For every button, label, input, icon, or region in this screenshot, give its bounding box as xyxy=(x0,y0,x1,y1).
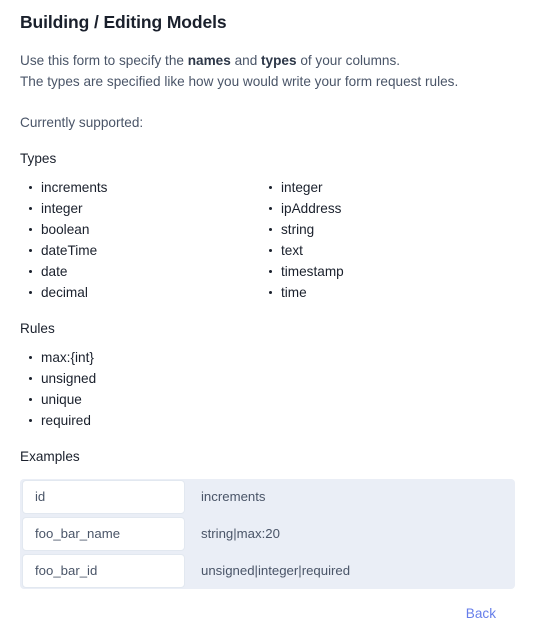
list-item: date xyxy=(20,261,260,282)
list-item: timestamp xyxy=(260,261,500,282)
list-item: unsigned xyxy=(20,368,513,389)
currently-supported-label: Currently supported: xyxy=(20,114,144,130)
list-item: ipAddress xyxy=(260,198,500,219)
types-list-left: increments integer boolean dateTime date… xyxy=(20,177,260,303)
list-item: time xyxy=(260,282,500,303)
example-column-name-field: id xyxy=(22,479,185,514)
list-item: dateTime xyxy=(20,240,260,261)
rules-list-wrapper: max:{int} unsigned unique required xyxy=(20,347,513,431)
types-column-1: increments integer boolean dateTime date… xyxy=(20,177,260,303)
footer: Back xyxy=(20,605,513,623)
examples-panel: id increments foo_bar_name string|max:20… xyxy=(20,478,515,589)
examples-heading: Examples xyxy=(20,448,80,464)
list-item: integer xyxy=(260,177,500,198)
types-column-2: integer ipAddress string text timestamp … xyxy=(260,177,500,303)
intro-line2: The types are specified like how you wou… xyxy=(20,73,459,89)
intro-strong-types: types xyxy=(261,52,297,68)
intro-strong-names: names xyxy=(187,52,231,68)
list-item: integer xyxy=(20,198,260,219)
types-heading: Types xyxy=(20,150,57,166)
example-column-type-value: unsigned|integer|required xyxy=(201,563,351,579)
table-row: id increments xyxy=(20,479,515,515)
intro-line1-part3: of your columns. xyxy=(296,52,401,68)
types-list-right: integer ipAddress string text timestamp … xyxy=(260,177,500,303)
models-help-page: Building / Editing Models Use this form … xyxy=(0,0,533,633)
example-column-name-field: foo_bar_id xyxy=(22,553,185,588)
list-item: text xyxy=(260,240,500,261)
list-item: string xyxy=(260,219,500,240)
example-column-type-value: string|max:20 xyxy=(201,526,280,542)
intro-line1-part1: Use this form to specify the xyxy=(20,52,188,68)
rules-list: max:{int} unsigned unique required xyxy=(20,347,513,431)
table-row: foo_bar_id unsigned|integer|required xyxy=(20,553,515,589)
rules-heading: Rules xyxy=(20,320,55,336)
list-item: boolean xyxy=(20,219,260,240)
list-item: required xyxy=(20,410,513,431)
intro-line1-part2: and xyxy=(230,52,262,68)
back-link[interactable]: Back xyxy=(466,606,496,621)
example-column-type-value: increments xyxy=(201,489,266,505)
list-item: increments xyxy=(20,177,260,198)
table-row: foo_bar_name string|max:20 xyxy=(20,516,515,552)
types-list-columns: increments integer boolean dateTime date… xyxy=(20,177,513,303)
page-title: Building / Editing Models xyxy=(20,12,227,32)
list-item: decimal xyxy=(20,282,260,303)
intro-paragraph: Use this form to specify the names and t… xyxy=(20,50,513,92)
list-item: unique xyxy=(20,389,513,410)
example-column-name-field: foo_bar_name xyxy=(22,516,185,551)
list-item: max:{int} xyxy=(20,347,513,368)
